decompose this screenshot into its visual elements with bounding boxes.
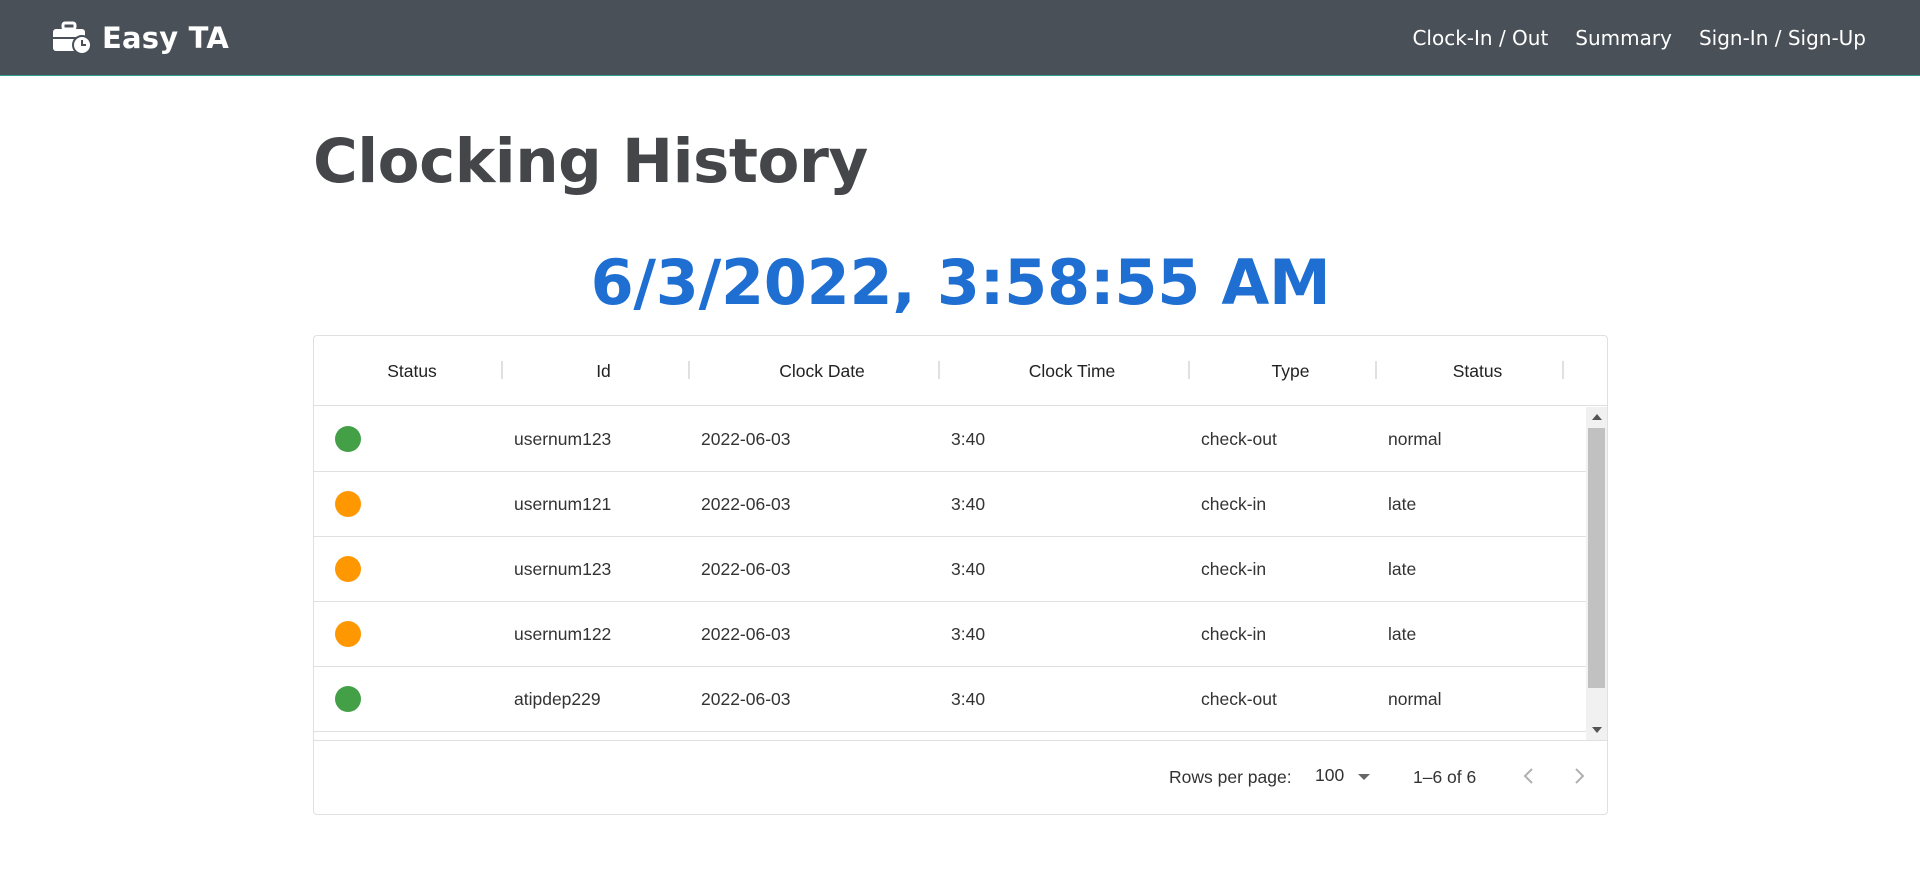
navbar: Easy TA Clock-In / Out Summary Sign-In /… (0, 0, 1920, 76)
cell-clock-date: 2022-06-03 (701, 558, 791, 579)
cell-type: check-in (1201, 493, 1267, 514)
column-header-status-indicator[interactable]: Status (314, 336, 510, 406)
previous-page-button[interactable] (1514, 761, 1544, 791)
cell-clock-time: 3:40 (951, 493, 986, 514)
status-indicator-cell (314, 472, 510, 536)
nav-link-clock-in-out[interactable]: Clock-In / Out (1412, 26, 1548, 50)
column-header-type[interactable]: Type (1197, 336, 1384, 406)
caret-down-icon (1358, 773, 1371, 780)
cell-clock-time: 3:40 (951, 428, 986, 449)
rows-per-page-label: Rows per page: (1169, 767, 1292, 787)
cell-clock-time: 3:40 (951, 688, 986, 709)
table-row[interactable]: usernum122 2022-06-03 3:40 check-in late (314, 602, 1586, 667)
cell-id: atipdep229 (514, 688, 601, 709)
cell-type: check-in (1201, 558, 1267, 579)
status-dot (335, 491, 361, 517)
cell-status: late (1388, 623, 1417, 644)
cell-id: usernum123 (514, 428, 612, 449)
status-indicator-cell (314, 602, 510, 666)
cell-status: late (1388, 558, 1417, 579)
cell-clock-date: 2022-06-03 (701, 688, 791, 709)
cell-clock-time: 3:40 (951, 558, 986, 579)
column-header-clock-time[interactable]: Clock Time (947, 336, 1197, 406)
nav-link-sign-in-sign-up[interactable]: Sign-In / Sign-Up (1699, 26, 1866, 50)
cell-type: check-out (1201, 688, 1277, 709)
nav-links: Clock-In / Out Summary Sign-In / Sign-Up (1412, 26, 1866, 50)
nav-link-summary[interactable]: Summary (1575, 26, 1672, 50)
brand-name: Easy TA (102, 20, 230, 55)
status-indicator-cell (314, 667, 510, 731)
column-separator[interactable] (1188, 361, 1190, 379)
scroll-down-arrow-icon[interactable] (1592, 727, 1602, 733)
cell-id: usernum123 (514, 558, 612, 579)
table-row[interactable]: usernum121 2022-06-03 3:40 check-in late (314, 472, 1586, 537)
chevron-left-icon (1523, 768, 1533, 784)
column-header-id[interactable]: Id (510, 336, 697, 406)
cell-type: check-out (1201, 428, 1277, 449)
column-separator[interactable] (1562, 361, 1564, 379)
table-row[interactable]: usernum123 2022-06-03 3:40 check-in late (314, 537, 1586, 602)
column-separator[interactable] (1375, 361, 1377, 379)
scrollbar-thumb[interactable] (1588, 428, 1605, 688)
grid-header: Status Id Clock Date Clock Time Type Sta… (314, 336, 1607, 406)
cell-clock-time: 3:40 (951, 623, 986, 644)
status-indicator-cell (314, 537, 510, 601)
brand-link[interactable]: Easy TA (52, 21, 229, 55)
cell-clock-date: 2022-06-03 (701, 623, 791, 644)
briefcase-clock-icon (53, 21, 92, 55)
pagination-range: 1–6 of 6 (1413, 767, 1477, 787)
chevron-right-icon (1575, 768, 1585, 784)
status-indicator-cell (314, 407, 510, 471)
status-dot (335, 426, 361, 452)
column-separator[interactable] (501, 361, 503, 379)
column-separator[interactable] (688, 361, 690, 379)
grid-body: usernum123 2022-06-03 3:40 check-out nor… (314, 407, 1607, 740)
column-header-status[interactable]: Status (1384, 336, 1571, 406)
vertical-scrollbar[interactable] (1586, 407, 1607, 740)
page-title: Clocking History (313, 126, 868, 197)
table-row[interactable]: usernum123 2022-06-03 3:40 check-out nor… (314, 407, 1586, 472)
scroll-up-arrow-icon[interactable] (1592, 414, 1602, 420)
column-separator[interactable] (938, 361, 940, 379)
status-dot (335, 556, 361, 582)
cell-status: normal (1388, 688, 1442, 709)
current-datetime: 6/3/2022, 3:58:55 AM (590, 246, 1331, 319)
cell-status: late (1388, 493, 1417, 514)
rows-per-page-select[interactable]: 100 (1315, 765, 1371, 786)
clocking-history-grid: Status Id Clock Date Clock Time Type Sta… (313, 335, 1608, 815)
cell-clock-date: 2022-06-03 (701, 428, 791, 449)
table-row[interactable]: atipdep229 2022-06-03 3:40 check-out nor… (314, 667, 1586, 732)
cell-type: check-in (1201, 623, 1267, 644)
cell-id: usernum121 (514, 493, 612, 514)
grid-pagination-footer: Rows per page: 100 1–6 of 6 (314, 740, 1607, 814)
status-dot (335, 686, 361, 712)
cell-clock-date: 2022-06-03 (701, 493, 791, 514)
column-header-clock-date[interactable]: Clock Date (697, 336, 947, 406)
cell-id: usernum122 (514, 623, 612, 644)
status-dot (335, 621, 361, 647)
rows-per-page-value: 100 (1315, 765, 1345, 785)
cell-status: normal (1388, 428, 1442, 449)
next-page-button[interactable] (1564, 761, 1594, 791)
